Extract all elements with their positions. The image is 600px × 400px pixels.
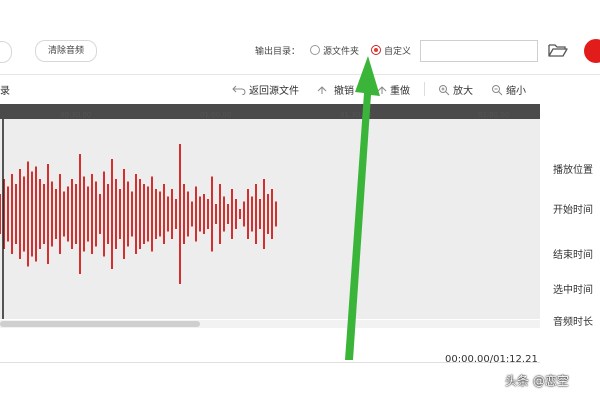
- watermark-text: 头条 @恋空: [505, 374, 569, 388]
- annotation-arrow: [345, 56, 380, 360]
